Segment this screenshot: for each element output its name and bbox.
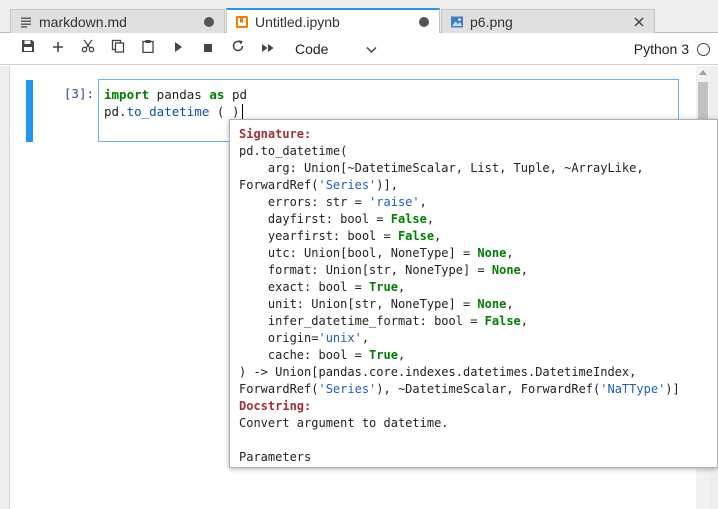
- docstring-header: Docstring:: [239, 399, 312, 413]
- bool-literal: True: [369, 348, 398, 362]
- restart-run-all-button[interactable]: [253, 35, 283, 63]
- tooltip-text: errors: str =: [239, 195, 370, 209]
- none-literal: None: [477, 246, 507, 260]
- input-prompt: [3]:: [63, 86, 94, 101]
- bool-literal: False: [390, 212, 427, 226]
- comma: ,: [397, 280, 406, 294]
- stop-button[interactable]: [193, 35, 223, 63]
- tooltip-text: )],: [376, 178, 398, 192]
- string-literal: 'NaTType': [600, 382, 666, 396]
- notebook-toolbar: Code Python 3: [0, 33, 718, 65]
- tooltip-text: utc: Union[bool, NoneType] =: [239, 246, 478, 260]
- copy-button[interactable]: [103, 35, 133, 63]
- tooltip-text: ), ~DatetimeScalar, ForwardRef(: [376, 382, 601, 396]
- module-alias: pd: [224, 87, 248, 102]
- tooltip-text: dayfirst: bool =: [239, 212, 391, 226]
- code-prefix: pd.: [104, 104, 127, 119]
- chevron-down-icon: [366, 41, 377, 57]
- kernel-status[interactable]: Python 3: [634, 33, 710, 65]
- tooltip-line: pd.to_datetime(: [239, 144, 348, 158]
- tooltip-text: exact: bool =: [239, 280, 370, 294]
- markdown-file-icon: [18, 14, 34, 30]
- tooltip-text: origin=: [239, 331, 319, 345]
- unsaved-dot-icon[interactable]: [200, 13, 218, 31]
- tab-bar: markdown.md Untitled.ipynb p6.png: [0, 0, 718, 33]
- tab-markdown[interactable]: markdown.md: [10, 9, 225, 33]
- comma: ,: [520, 263, 529, 277]
- tooltip-text: ForwardRef(: [239, 178, 319, 192]
- none-literal: None: [491, 263, 521, 277]
- tooltip-line: arg: Union[~DatetimeScalar, List, Tuple,…: [239, 161, 644, 175]
- run-button[interactable]: [163, 35, 193, 63]
- fast-forward-icon: [261, 40, 275, 58]
- tooltip-text: cache: bool =: [239, 348, 370, 362]
- bool-literal: False: [397, 229, 435, 243]
- tooltip-text: format: Union[str, NoneType] =: [239, 263, 492, 277]
- keyword-as: as: [209, 87, 225, 102]
- paste-icon: [141, 39, 155, 58]
- tooltip-text: unit: Union[str, NoneType] =: [239, 297, 478, 311]
- comma: ,: [520, 314, 528, 328]
- parameters-header: Parameters: [239, 450, 312, 464]
- tooltip-text: yearfirst: bool =: [239, 229, 398, 243]
- tooltip-line: ) -> Union[pandas.core.indexes.datetimes…: [239, 365, 637, 379]
- bool-literal: False: [484, 314, 521, 328]
- restart-icon: [231, 39, 245, 58]
- tab-p6-png[interactable]: p6.png: [441, 9, 655, 33]
- unsaved-dot-icon[interactable]: [415, 13, 433, 31]
- function-name: to_datetime: [126, 104, 210, 119]
- comma: ,: [506, 246, 514, 260]
- call-parens: ( ): [209, 104, 240, 119]
- kernel-idle-icon: [697, 42, 710, 56]
- comma: ,: [506, 297, 514, 311]
- signature-tooltip: Signature: pd.to_datetime( arg: Union[~D…: [229, 119, 718, 468]
- bool-literal: True: [369, 280, 398, 294]
- save-icon: [21, 39, 35, 58]
- none-literal: None: [477, 297, 507, 311]
- copy-icon: [111, 39, 125, 58]
- cut-icon: [81, 39, 95, 58]
- comma: ,: [419, 195, 427, 209]
- run-icon: [173, 40, 183, 58]
- cell-collapser[interactable]: [26, 80, 33, 142]
- string-literal: 'raise': [369, 195, 420, 209]
- tab-label: markdown.md: [39, 13, 127, 30]
- docstring-text: Convert argument to datetime.: [239, 416, 449, 430]
- notebook-icon: [234, 14, 250, 30]
- tab-label: Untitled.ipynb: [255, 13, 340, 30]
- signature-header: Signature:: [239, 127, 312, 141]
- tab-untitled-notebook[interactable]: Untitled.ipynb: [226, 8, 440, 33]
- tooltip-text: )]: [665, 382, 680, 396]
- save-button[interactable]: [13, 35, 43, 63]
- paste-button[interactable]: [133, 35, 163, 63]
- left-sidebar-edge: [0, 66, 10, 509]
- comma: ,: [361, 331, 370, 345]
- module-name: pandas: [149, 87, 210, 102]
- text-cursor: [242, 104, 244, 119]
- image-file-icon: [449, 14, 465, 30]
- tooltip-text: infer_datetime_format: bool =: [239, 314, 485, 328]
- add-cell-icon: [52, 40, 64, 58]
- comma: ,: [426, 212, 435, 226]
- close-icon[interactable]: [630, 13, 648, 31]
- stop-icon: [203, 40, 213, 58]
- cell-type-dropdown[interactable]: Code: [295, 37, 381, 61]
- tooltip-text: ForwardRef(: [239, 382, 319, 396]
- string-literal: 'unix': [318, 331, 362, 345]
- restart-button[interactable]: [223, 35, 253, 63]
- string-literal: 'Series': [318, 178, 377, 192]
- comma: ,: [434, 229, 442, 243]
- cell-type-value: Code: [295, 40, 329, 57]
- add-cell-button[interactable]: [43, 35, 73, 63]
- string-literal: 'Series': [318, 382, 377, 396]
- cut-button[interactable]: [73, 35, 103, 63]
- comma: ,: [397, 348, 406, 362]
- tab-label: p6.png: [470, 13, 513, 30]
- scroll-up-icon[interactable]: [699, 70, 707, 75]
- kernel-name: Python 3: [633, 41, 689, 57]
- keyword-import: import: [104, 87, 150, 102]
